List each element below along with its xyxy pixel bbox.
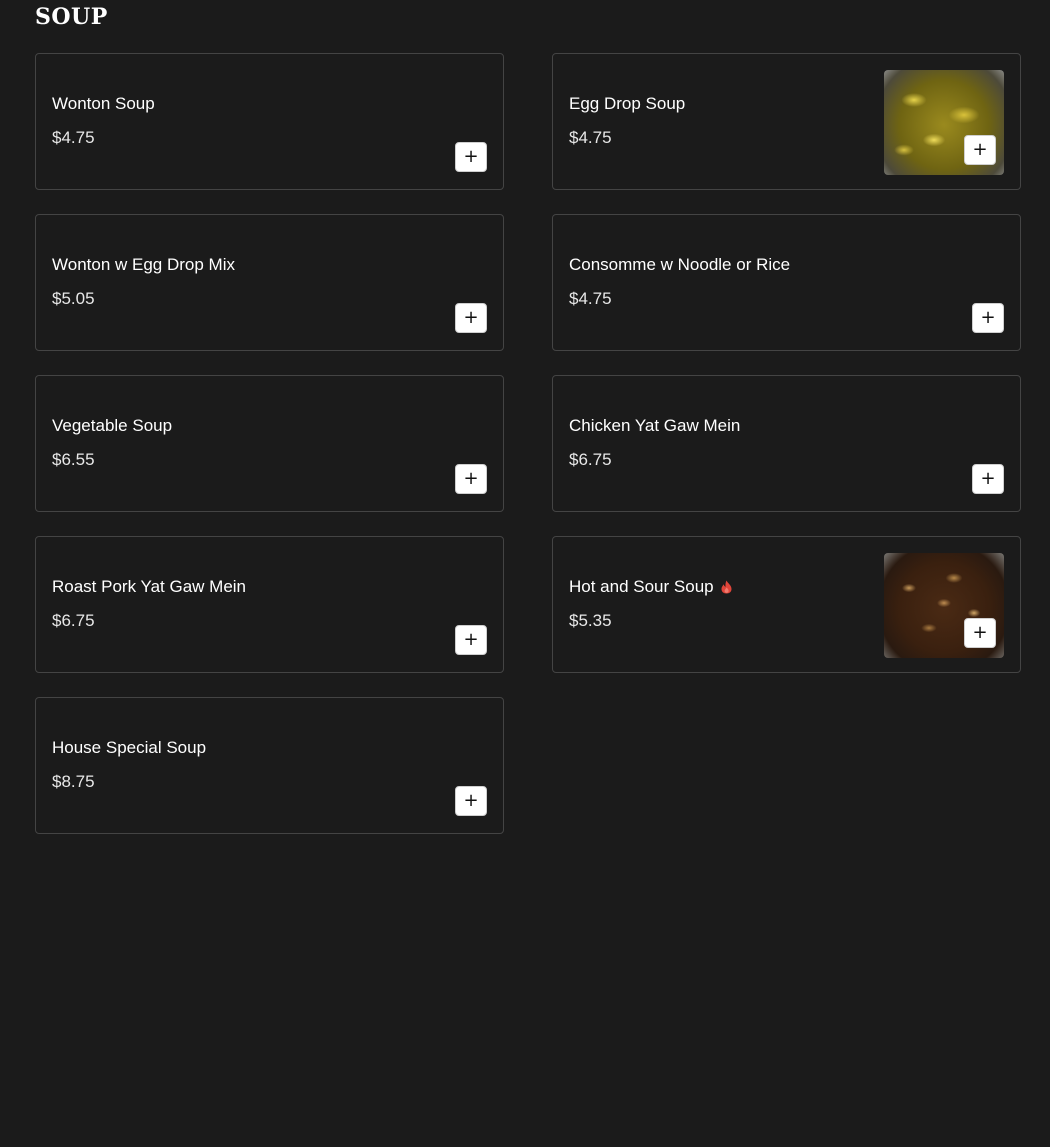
menu-item-price: $5.35	[569, 611, 612, 630]
menu-item-card[interactable]: Wonton Soup $4.75 +	[35, 53, 504, 190]
menu-item-card[interactable]: Hot and Sour Soup $5.35 +	[552, 536, 1021, 673]
add-to-cart-button[interactable]: +	[455, 303, 487, 333]
menu-item-info: Roast Pork Yat Gaw Mein $6.75	[52, 577, 353, 631]
menu-item-info: Hot and Sour Soup $5.35	[569, 577, 870, 631]
add-to-cart-button[interactable]: +	[972, 464, 1004, 494]
menu-item-info: Wonton w Egg Drop Mix $5.05	[52, 255, 353, 309]
menu-item-card[interactable]: Consomme w Noodle or Rice $4.75 +	[552, 214, 1021, 351]
add-to-cart-button[interactable]: +	[455, 142, 487, 172]
hot-and-sour-soup-photo: +	[884, 553, 1004, 658]
section-title: SOUP	[35, 4, 108, 30]
spicy-icon	[721, 580, 732, 594]
menu-item-name: Vegetable Soup	[52, 416, 173, 435]
add-to-cart-button[interactable]: +	[964, 618, 996, 648]
menu-item-price: $4.75	[569, 289, 612, 308]
add-to-cart-button[interactable]: +	[972, 303, 1004, 333]
menu-item-price: $6.75	[52, 611, 95, 630]
menu-item-price: $6.75	[569, 450, 612, 469]
menu-item-info: Vegetable Soup $6.55	[52, 416, 353, 470]
menu-item-name: House Special Soup	[52, 738, 207, 757]
menu-item-name: Hot and Sour Soup	[569, 577, 714, 596]
menu-item-card[interactable]: Chicken Yat Gaw Mein $6.75 +	[552, 375, 1021, 512]
menu-page: SOUP Wonton Soup $4.75 + Egg Drop Soup $…	[0, 0, 1050, 1147]
menu-item-name: Roast Pork Yat Gaw Mein	[52, 577, 247, 596]
menu-item-info: Egg Drop Soup $4.75	[569, 94, 870, 148]
menu-item-name: Wonton Soup	[52, 94, 155, 113]
menu-item-price: $4.75	[52, 128, 95, 147]
menu-item-info: Chicken Yat Gaw Mein $6.75	[569, 416, 870, 470]
menu-item-info: House Special Soup $8.75	[52, 738, 353, 792]
add-to-cart-button[interactable]: +	[964, 135, 996, 165]
add-to-cart-button[interactable]: +	[455, 464, 487, 494]
menu-item-info: Wonton Soup $4.75	[52, 94, 353, 148]
menu-item-price: $4.75	[569, 128, 612, 147]
egg-drop-soup-photo: +	[884, 70, 1004, 175]
menu-item-name: Wonton w Egg Drop Mix	[52, 255, 235, 274]
menu-item-card[interactable]: Egg Drop Soup $4.75 +	[552, 53, 1021, 190]
add-to-cart-button[interactable]: +	[455, 786, 487, 816]
menu-item-info: Consomme w Noodle or Rice $4.75	[569, 255, 870, 309]
menu-item-name: Egg Drop Soup	[569, 94, 686, 113]
add-to-cart-button[interactable]: +	[455, 625, 487, 655]
menu-items-grid: Wonton Soup $4.75 + Egg Drop Soup $4.75 …	[35, 53, 1021, 834]
menu-item-card[interactable]: Wonton w Egg Drop Mix $5.05 +	[35, 214, 504, 351]
menu-item-card[interactable]: Roast Pork Yat Gaw Mein $6.75 +	[35, 536, 504, 673]
menu-item-price: $6.55	[52, 450, 95, 469]
menu-item-name: Chicken Yat Gaw Mein	[569, 416, 741, 435]
menu-item-name: Consomme w Noodle or Rice	[569, 255, 791, 274]
menu-item-price: $5.05	[52, 289, 95, 308]
menu-item-card[interactable]: Vegetable Soup $6.55 +	[35, 375, 504, 512]
menu-item-name-row: Hot and Sour Soup	[569, 577, 870, 597]
menu-item-price: $8.75	[52, 772, 95, 791]
menu-item-card[interactable]: House Special Soup $8.75 +	[35, 697, 504, 834]
